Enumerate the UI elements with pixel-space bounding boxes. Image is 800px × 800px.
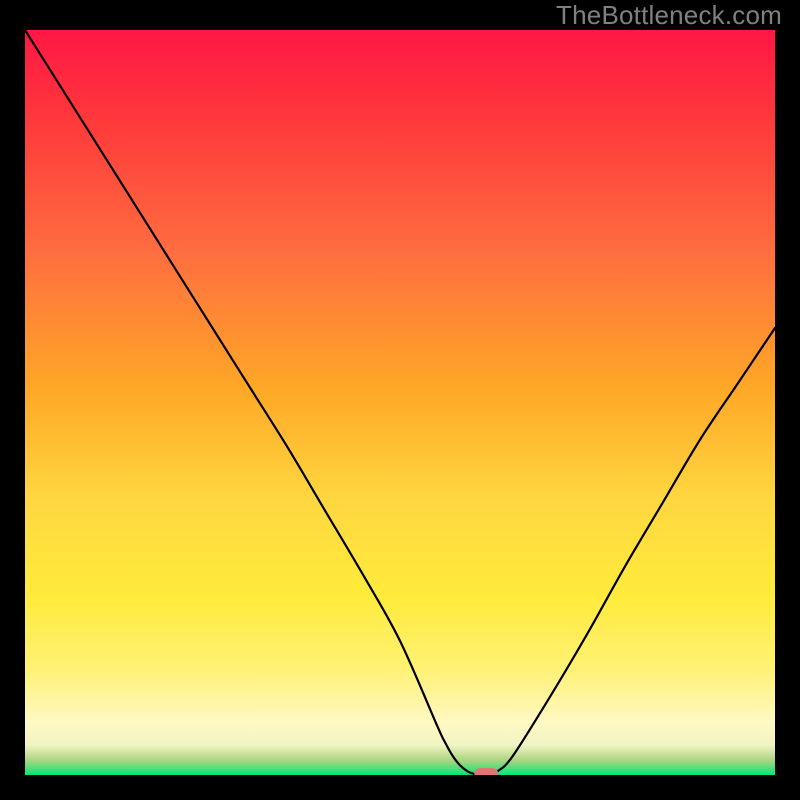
- bottleneck-chart: [25, 30, 775, 775]
- watermark-text: TheBottleneck.com: [556, 0, 782, 31]
- chart-frame: TheBottleneck.com: [0, 0, 800, 800]
- bottleneck-marker: [474, 768, 498, 775]
- chart-background: [25, 30, 775, 775]
- chart-svg: [25, 30, 775, 775]
